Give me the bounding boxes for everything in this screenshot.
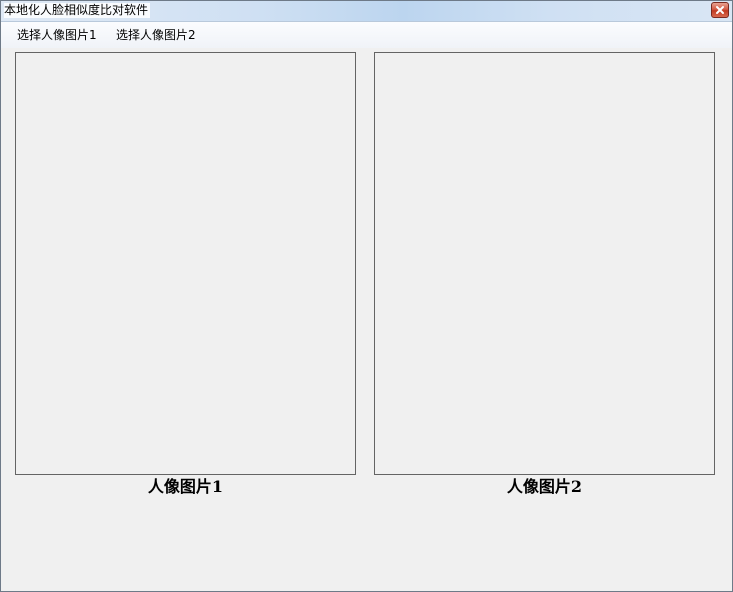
- menu-item-select-image-1[interactable]: 选择人像图片1: [17, 28, 97, 43]
- close-button[interactable]: [711, 2, 729, 18]
- close-icon: [716, 6, 724, 14]
- app-window: 本地化人脸相似度比对软件 选择人像图片1 选择人像图片2 人像图片1 人像图片2: [0, 0, 733, 592]
- image-caption-2: 人像图片2: [506, 477, 583, 496]
- image-caption-1: 人像图片1: [147, 477, 224, 496]
- menu-item-select-image-2[interactable]: 选择人像图片2: [116, 28, 196, 43]
- menu-bar: 选择人像图片1 选择人像图片2: [1, 22, 732, 48]
- image-panel-1: [15, 52, 356, 475]
- window-title: 本地化人脸相似度比对软件: [4, 3, 151, 18]
- image-panel-2: [374, 52, 715, 475]
- title-bar[interactable]: 本地化人脸相似度比对软件: [1, 1, 732, 22]
